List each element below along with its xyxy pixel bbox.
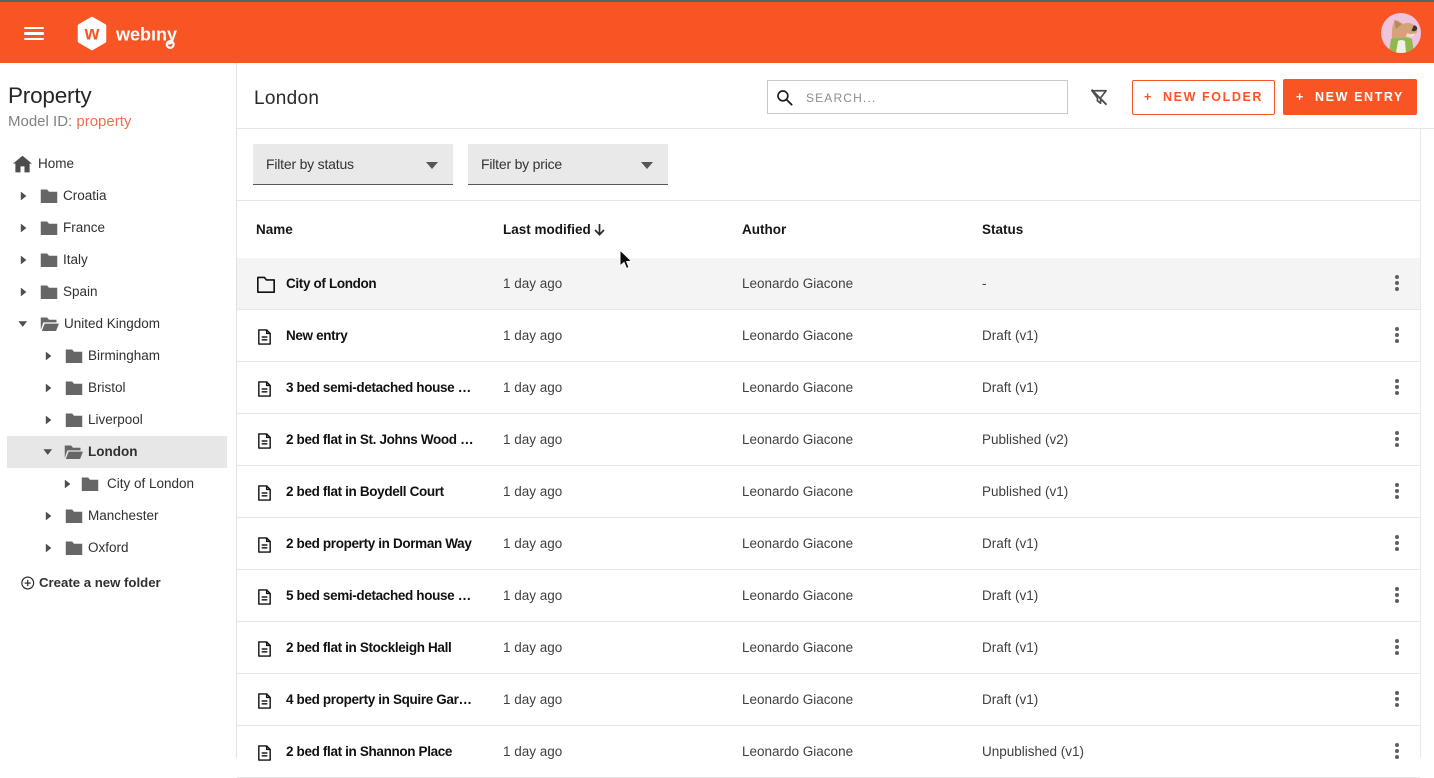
svg-text:w: w (84, 24, 100, 45)
